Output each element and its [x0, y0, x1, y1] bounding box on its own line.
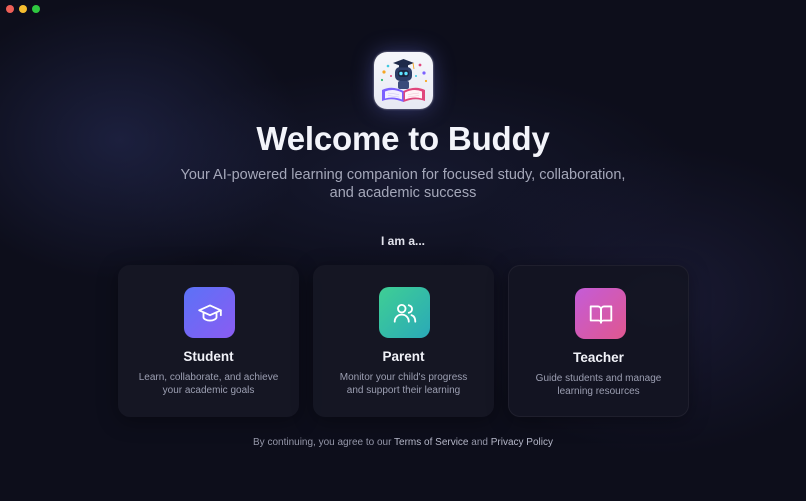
app-logo [374, 52, 433, 109]
role-description: Learn, collaborate, and achieve your aca… [138, 372, 279, 396]
robot-reading-book-icon [380, 59, 428, 102]
privacy-policy-link[interactable]: Privacy Policy [491, 437, 553, 448]
student-icon-badge [184, 287, 235, 338]
role-prompt: I am a... [380, 234, 426, 248]
parent-icon-badge [379, 287, 430, 338]
role-description: Guide students and manage learning resou… [535, 373, 662, 397]
terms-of-service-link[interactable]: Terms of Service [394, 437, 468, 448]
role-description: Monitor your child's progress and suppor… [339, 372, 468, 396]
graduation-cap-icon [197, 303, 222, 322]
footer-and: and [468, 437, 491, 448]
role-title: Student [183, 349, 234, 364]
minimize-window-button[interactable] [19, 5, 27, 13]
role-title: Parent [382, 349, 425, 364]
legal-footer: By continuing, you agree to our Terms of… [0, 437, 806, 448]
role-card-teacher[interactable]: Teacher Guide students and manage learni… [508, 265, 689, 417]
role-card-student[interactable]: Student Learn, collaborate, and achieve … [118, 265, 299, 417]
teacher-icon-badge [575, 288, 626, 339]
close-window-button[interactable] [6, 5, 14, 13]
page-subtitle: Your AI-powered learning companion for f… [180, 167, 626, 201]
users-icon [393, 303, 416, 323]
book-open-icon [589, 304, 612, 324]
page-title: Welcome to Buddy [256, 120, 550, 157]
maximize-window-button[interactable] [32, 5, 40, 13]
role-title: Teacher [573, 350, 624, 365]
role-card-parent[interactable]: Parent Monitor your child's progress and… [313, 265, 494, 417]
footer-prefix: By continuing, you agree to our [253, 437, 395, 448]
window-controls [6, 5, 40, 13]
